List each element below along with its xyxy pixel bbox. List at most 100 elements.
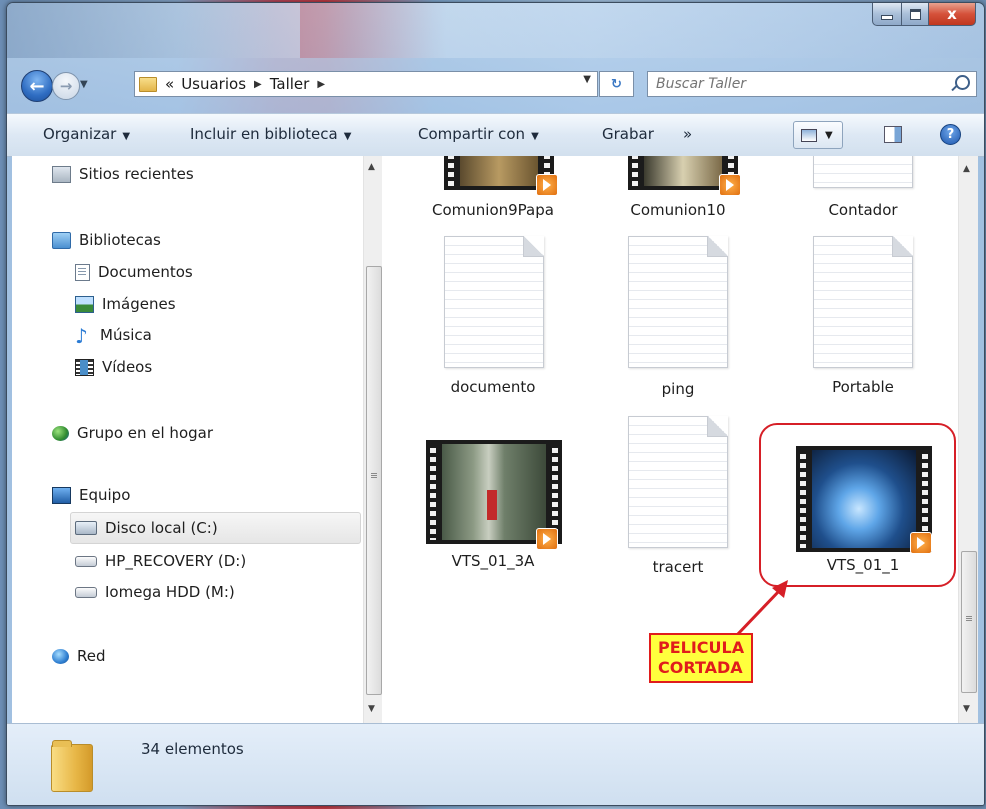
- nav-scrollbar[interactable]: ▲ ▼: [363, 156, 382, 723]
- play-overlay-icon: [536, 528, 558, 550]
- drive-icon: [75, 555, 97, 567]
- item-background: [418, 576, 568, 716]
- nav-videos[interactable]: Vídeos: [75, 358, 152, 376]
- nav-iomega-hdd-m[interactable]: Iomega HDD (M:): [75, 583, 235, 601]
- nav-hp-recovery-d[interactable]: HP_RECOVERY (D:): [75, 552, 246, 570]
- chevron-down-icon: ▼: [531, 131, 539, 142]
- share-with-menu[interactable]: Compartir con ▼: [418, 125, 539, 143]
- close-icon: x: [947, 5, 957, 23]
- breadcrumb-separator-icon[interactable]: ▶: [254, 79, 262, 90]
- libraries-icon: [52, 231, 71, 249]
- annotation-callout: PELICULA CORTADA: [649, 633, 754, 683]
- scroll-down-icon[interactable]: ▼: [963, 704, 970, 714]
- drive-icon: [75, 586, 97, 598]
- chevron-down-icon: ▼: [122, 131, 131, 142]
- breadcrumb-separator-icon[interactable]: ▶: [317, 79, 325, 90]
- address-dropdown-icon[interactable]: ▼: [583, 74, 591, 85]
- address-bar[interactable]: « Usuarios ▶ Taller ▶ ▼: [134, 71, 598, 97]
- nav-network[interactable]: Red: [52, 647, 106, 665]
- file-name: Comunion9Papa: [432, 201, 554, 219]
- change-view-button[interactable]: ▼: [793, 121, 843, 149]
- title-bar[interactable]: [7, 3, 984, 58]
- more-commands-button[interactable]: »: [683, 125, 692, 143]
- nav-label: Grupo en el hogar: [77, 424, 213, 442]
- file-item[interactable]: Portable: [788, 236, 938, 406]
- chevron-down-icon: ▼: [343, 131, 352, 142]
- music-note-icon: [75, 324, 92, 348]
- file-name: VTS_01_3A: [451, 552, 535, 570]
- include-library-menu[interactable]: Incluir en biblioteca ▼: [190, 125, 351, 143]
- explorer-window: x ← → ▼ « Usuarios ▶ Taller ▶ ▼ ↻ Organi…: [6, 2, 985, 806]
- burn-label: Grabar: [602, 125, 654, 143]
- refresh-icon: ↻: [611, 76, 622, 92]
- folder-icon: [51, 740, 93, 792]
- back-button[interactable]: ←: [21, 70, 53, 102]
- nav-documents[interactable]: Documentos: [75, 263, 193, 281]
- nav-images[interactable]: Imágenes: [75, 295, 176, 313]
- nav-libraries[interactable]: Bibliotecas: [52, 231, 161, 249]
- homegroup-icon: [52, 425, 69, 441]
- search-input[interactable]: [648, 75, 938, 93]
- minimize-button[interactable]: [872, 3, 902, 26]
- nav-recent-places[interactable]: Sitios recientes: [52, 165, 194, 183]
- file-name: ping: [661, 380, 695, 398]
- nav-homegroup[interactable]: Grupo en el hogar: [52, 424, 213, 442]
- help-button[interactable]: ?: [940, 124, 961, 145]
- forward-arrow-icon: →: [59, 77, 73, 95]
- recent-pages-dropdown-icon[interactable]: ▼: [80, 79, 88, 90]
- file-name: Comunion10: [630, 201, 726, 219]
- nav-label: Equipo: [79, 486, 131, 504]
- nav-label: Bibliotecas: [79, 231, 161, 249]
- maximize-button[interactable]: [902, 3, 929, 26]
- back-arrow-icon: ←: [29, 75, 45, 97]
- more-icon: »: [683, 125, 693, 143]
- file-item[interactable]: Comunion10: [603, 156, 753, 226]
- file-name: documento: [450, 378, 536, 396]
- file-name: Portable: [832, 378, 894, 396]
- scroll-up-icon[interactable]: ▲: [368, 162, 375, 172]
- nav-label: Música: [100, 326, 152, 344]
- file-item[interactable]: documento: [418, 236, 568, 406]
- breadcrumb-taller[interactable]: Taller: [270, 75, 310, 93]
- text-file-icon: [813, 156, 913, 188]
- play-overlay-icon: [719, 174, 741, 196]
- nav-label: Vídeos: [102, 358, 153, 376]
- forward-button[interactable]: →: [52, 72, 80, 100]
- search-box[interactable]: [647, 71, 977, 97]
- breadcrumb-usuarios[interactable]: Usuarios: [181, 75, 246, 93]
- pane-splitter[interactable]: [382, 156, 418, 723]
- file-scroll-thumb[interactable]: [961, 551, 977, 693]
- burn-button[interactable]: Grabar: [602, 125, 654, 143]
- file-item[interactable]: VTS_01_3A: [418, 416, 568, 716]
- minimize-icon: [881, 15, 893, 20]
- scroll-down-icon[interactable]: ▼: [368, 704, 375, 714]
- nav-local-disk-c[interactable]: Disco local (C:): [70, 512, 361, 544]
- nav-label: Documentos: [98, 263, 193, 281]
- nav-label: HP_RECOVERY (D:): [105, 552, 247, 570]
- file-item[interactable]: Contador: [788, 156, 938, 226]
- command-bar: Organizar ▼ Incluir en biblioteca ▼ Compar…: [7, 113, 984, 157]
- grip-icon: [966, 616, 972, 617]
- file-list-scrollbar[interactable]: ▲ ▼: [958, 156, 978, 723]
- breadcrumb-overflow[interactable]: «: [165, 75, 174, 93]
- file-item[interactable]: Comunion9Papa: [418, 156, 568, 226]
- nav-computer[interactable]: Equipo: [52, 486, 130, 504]
- folder-icon: [139, 76, 157, 92]
- organize-menu[interactable]: Organizar ▼: [43, 125, 130, 143]
- nav-music[interactable]: Música: [75, 324, 152, 348]
- close-button[interactable]: x: [929, 3, 976, 26]
- local-disk-icon: [75, 521, 97, 535]
- details-pane: 34 elementos: [7, 723, 984, 805]
- preview-pane-button[interactable]: [884, 126, 902, 143]
- organize-label: Organizar: [43, 125, 117, 143]
- refresh-button[interactable]: ↻: [599, 71, 634, 97]
- highlight-circle: [759, 423, 956, 587]
- scroll-up-icon[interactable]: ▲: [963, 164, 970, 174]
- file-item[interactable]: ping: [603, 236, 753, 406]
- search-icon[interactable]: [955, 75, 970, 90]
- nav-scroll-thumb[interactable]: [366, 266, 382, 695]
- nav-label: Disco local (C:): [105, 519, 218, 537]
- include-library-label: Incluir en biblioteca: [190, 125, 338, 143]
- file-item[interactable]: tracert: [603, 416, 753, 586]
- images-icon: [75, 295, 94, 313]
